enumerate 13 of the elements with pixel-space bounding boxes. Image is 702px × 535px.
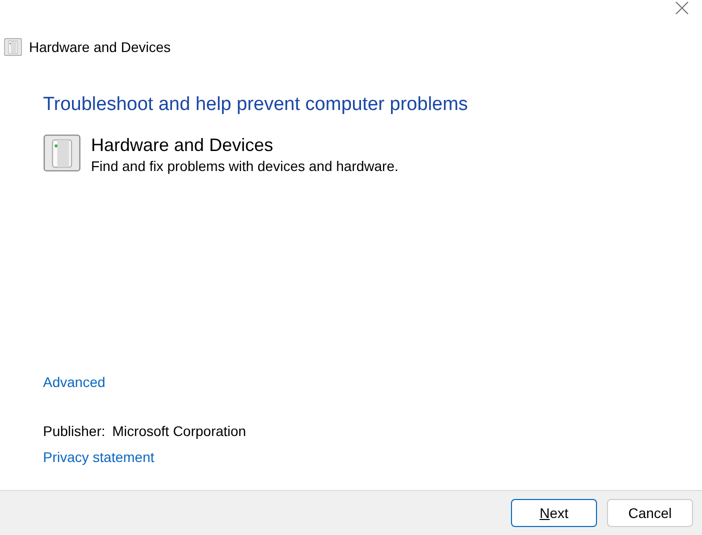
next-button[interactable]: Next — [511, 499, 597, 527]
publisher-label: Publisher: — [43, 422, 106, 441]
cancel-button[interactable]: Cancel — [607, 499, 693, 527]
window-title: Hardware and Devices — [29, 38, 171, 56]
privacy-link[interactable]: Privacy statement — [43, 449, 154, 465]
hardware-icon — [43, 134, 81, 172]
troubleshooter-name: Hardware and Devices — [91, 134, 274, 156]
publisher-name: Microsoft Corporation — [112, 422, 246, 441]
troubleshooter-description: Find and fix problems with devices and hardware. — [91, 156, 398, 176]
advanced-link[interactable]: Advanced — [43, 374, 106, 390]
hardware-icon — [4, 38, 22, 56]
page-heading: Troubleshoot and help prevent computer problems — [43, 94, 469, 117]
close-icon — [675, 1, 689, 15]
